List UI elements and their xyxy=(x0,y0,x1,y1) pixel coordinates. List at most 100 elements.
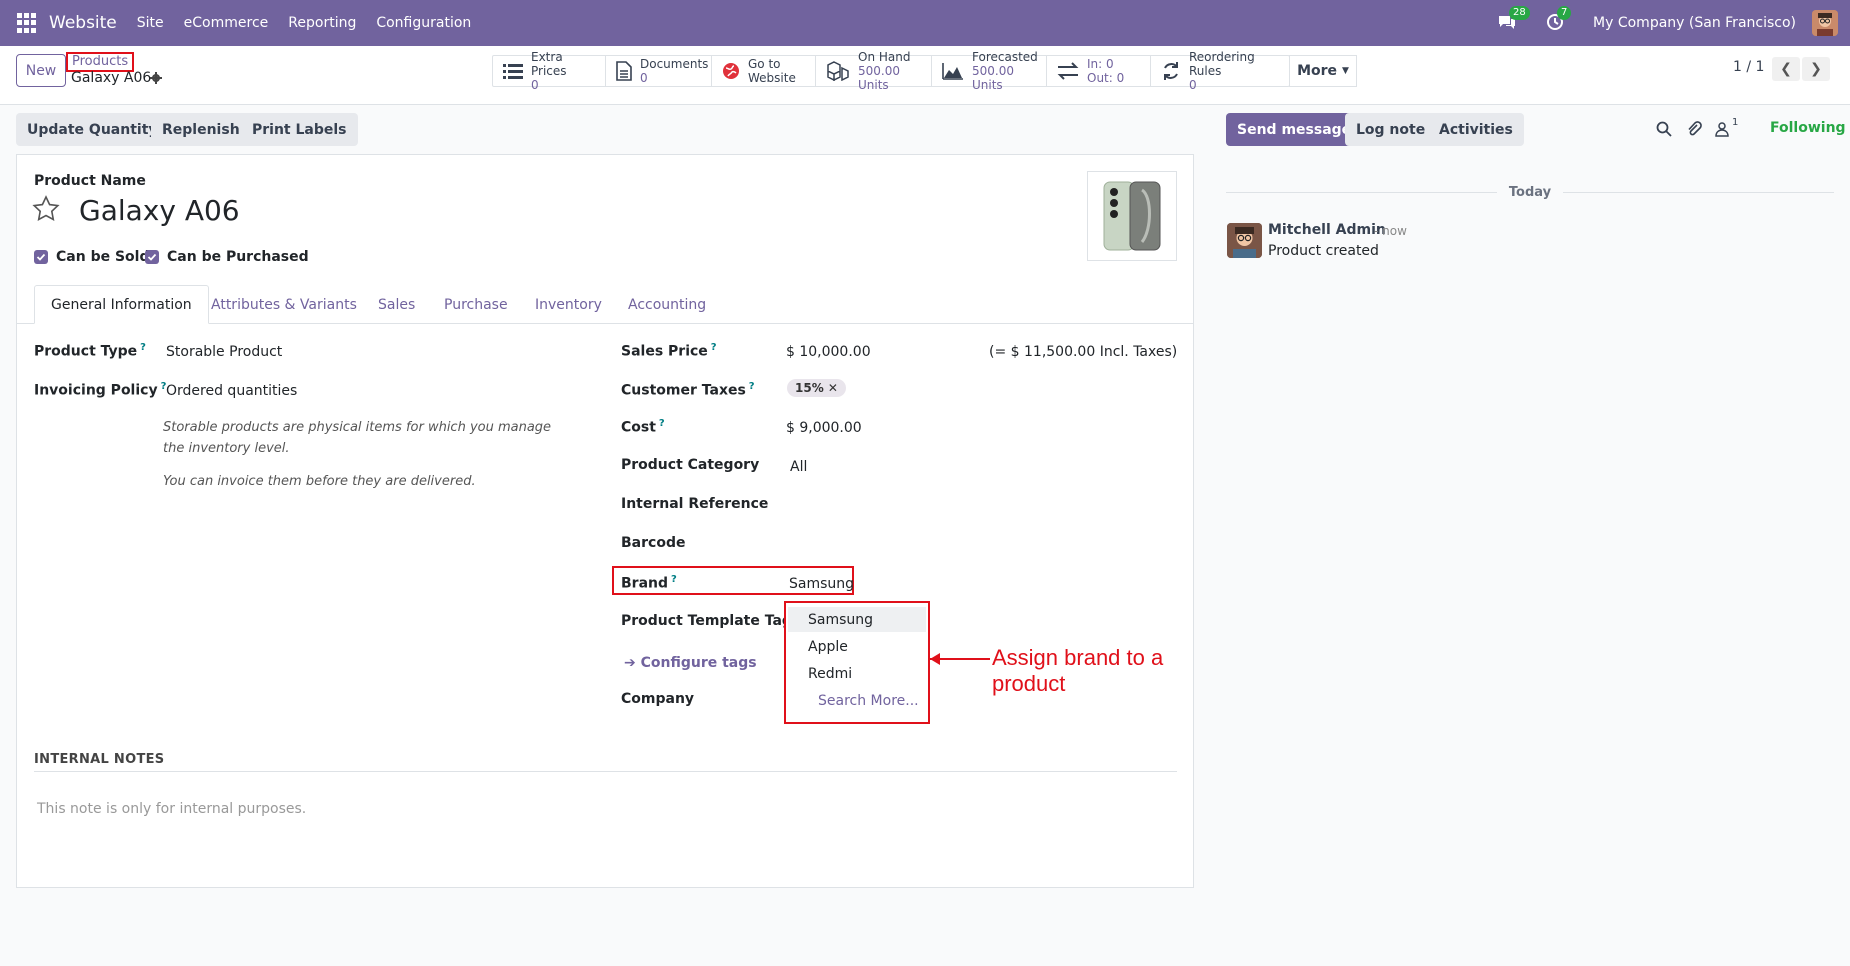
go-to-label: Go to xyxy=(748,57,781,71)
can-be-sold-checkbox[interactable]: Can be Sold xyxy=(34,249,149,265)
star-icon[interactable] xyxy=(32,195,60,223)
menu-reporting[interactable]: Reporting xyxy=(288,15,356,31)
send-message-button[interactable]: Send message xyxy=(1226,113,1363,146)
product-category-label: Product Category xyxy=(621,457,760,473)
product-type-field[interactable]: Storable Product xyxy=(166,344,282,360)
in-out-button[interactable]: In: 0 Out: 0 xyxy=(1047,56,1151,86)
breadcrumb-products[interactable]: Products xyxy=(66,52,135,72)
help-icon: ? xyxy=(710,342,717,353)
documents-button[interactable]: Documents 0 xyxy=(606,56,712,86)
brand-option-samsung[interactable]: Samsung xyxy=(788,607,926,632)
invoicing-policy-field[interactable]: Ordered quantities xyxy=(166,383,297,399)
help-icon: ? xyxy=(671,574,677,585)
update-quantity-button[interactable]: Update Quantity xyxy=(16,113,169,146)
website-label: Website xyxy=(748,71,796,85)
search-icon[interactable] xyxy=(1656,121,1672,137)
extra-prices-value: 0 xyxy=(531,78,539,92)
activities-icon[interactable]: 7 xyxy=(1545,6,1572,34)
menu-configuration[interactable]: Configuration xyxy=(376,15,471,31)
configure-tags-link[interactable]: ➔ Configure tags xyxy=(624,655,757,671)
form-sheet: Product Name Galaxy A06 Can be Sold Can … xyxy=(16,154,1194,888)
can-be-purchased-checkbox[interactable]: Can be Purchased xyxy=(145,249,309,265)
replenish-button[interactable]: Replenish xyxy=(151,113,251,146)
brand-option-apple[interactable]: Apple xyxy=(788,634,926,659)
globe-icon xyxy=(723,63,739,79)
tab-sales[interactable]: Sales xyxy=(378,285,415,324)
brand-option-redmi[interactable]: Redmi xyxy=(788,661,926,686)
product-image[interactable] xyxy=(1087,171,1177,261)
company-label: Company xyxy=(621,691,695,707)
help-icon: ? xyxy=(140,342,146,353)
menu-site[interactable]: Site xyxy=(137,15,164,31)
print-labels-button[interactable]: Print Labels xyxy=(241,113,358,146)
author-avatar[interactable] xyxy=(1227,223,1262,258)
annotation-text: Assign brand to a product xyxy=(992,645,1164,696)
cost-field[interactable]: $ 9,000.00 xyxy=(786,420,862,436)
tab-inventory[interactable]: Inventory xyxy=(535,285,602,324)
menu-ecommerce[interactable]: eCommerce xyxy=(184,15,269,31)
tab-general-information[interactable]: General Information xyxy=(34,285,209,324)
brand-label: Brand? xyxy=(621,574,677,592)
documents-label: Documents xyxy=(640,57,709,71)
apps-menu-icon[interactable] xyxy=(17,13,37,33)
product-name-label: Product Name xyxy=(34,173,146,189)
reordering-rules-button[interactable]: Reordering Rules 0 xyxy=(1151,50,1289,92)
forecasted-button[interactable]: Forecasted 500.00 Units xyxy=(932,50,1047,92)
out-label: Out: 0 xyxy=(1087,71,1125,85)
internal-reference-label: Internal Reference xyxy=(621,496,769,512)
forecasted-value: 500.00 Units xyxy=(972,64,1014,92)
message-time: - now xyxy=(1374,224,1407,238)
search-more-link[interactable]: Search More... xyxy=(788,688,926,713)
today-label: Today xyxy=(1508,185,1552,200)
on-hand-value: 500.00 Units xyxy=(858,64,900,92)
on-hand-button[interactable]: On Hand 500.00 Units xyxy=(816,50,932,92)
refresh-icon xyxy=(1164,62,1178,80)
app-name[interactable]: Website xyxy=(49,13,117,33)
close-icon[interactable]: ✕ xyxy=(828,381,838,395)
go-to-website-button[interactable]: Go to Website xyxy=(712,56,816,86)
pager-value[interactable]: 1 / 1 xyxy=(1733,59,1764,75)
tab-attributes-variants[interactable]: Attributes & Variants xyxy=(211,285,357,324)
more-label: More xyxy=(1297,63,1338,79)
tab-purchase[interactable]: Purchase xyxy=(444,285,508,324)
product-category-field[interactable]: All xyxy=(790,459,807,475)
reordering-rules-label: Reordering Rules xyxy=(1189,50,1255,78)
activities-button[interactable]: Activities xyxy=(1428,113,1524,146)
pager-previous-button[interactable]: ❮ xyxy=(1772,57,1800,81)
tab-accounting[interactable]: Accounting xyxy=(628,285,706,324)
brand-dropdown: Samsung Apple Redmi Search More... xyxy=(784,601,930,724)
message-author[interactable]: Mitchell Admin xyxy=(1268,222,1386,238)
messages-icon[interactable]: 28 xyxy=(1497,6,1530,34)
sales-price-incl-taxes: (= $ 11,500.00 Incl. Taxes) xyxy=(989,344,1178,360)
messages-badge: 28 xyxy=(1509,6,1530,20)
top-navbar: Website Site eCommerce Reporting Configu… xyxy=(0,0,1850,46)
product-template-tags-label: Product Template Tags xyxy=(621,613,801,629)
area-chart-icon xyxy=(942,63,963,80)
extra-prices-button[interactable]: Extra Prices 0 xyxy=(493,50,606,92)
internal-notes-divider xyxy=(34,771,1177,772)
company-switcher[interactable]: My Company (San Francisco) xyxy=(1593,15,1796,31)
on-hand-label: On Hand xyxy=(858,50,911,64)
can-be-sold-label: Can be Sold xyxy=(56,249,150,265)
brand-field[interactable]: Samsung xyxy=(789,576,854,592)
sales-price-field[interactable]: $ 10,000.00 xyxy=(786,344,871,360)
barcode-label: Barcode xyxy=(621,535,686,551)
user-icon xyxy=(1715,122,1729,137)
paperclip-icon[interactable] xyxy=(1686,121,1702,137)
sales-price-label: Sales Price? xyxy=(621,342,717,360)
gear-icon[interactable] xyxy=(150,72,162,84)
invoicing-description: You can invoice them before they are del… xyxy=(163,474,476,489)
forecasted-label: Forecasted xyxy=(972,50,1038,64)
followers-count: 1 xyxy=(1732,117,1739,128)
cubes-icon xyxy=(827,61,849,81)
log-note-button[interactable]: Log note xyxy=(1345,113,1437,146)
tax-tag-15[interactable]: 15% ✕ xyxy=(787,379,846,397)
following-button[interactable]: Following xyxy=(1770,120,1846,136)
internal-notes-field[interactable]: This note is only for internal purposes. xyxy=(37,801,306,817)
pager-next-button[interactable]: ❯ xyxy=(1802,57,1830,81)
product-name-field[interactable]: Galaxy A06 xyxy=(79,194,240,227)
followers-button[interactable]: 1 xyxy=(1715,117,1745,137)
more-button[interactable]: More ▼ xyxy=(1289,55,1357,87)
new-button[interactable]: New xyxy=(16,54,66,87)
user-avatar[interactable] xyxy=(1812,10,1838,36)
